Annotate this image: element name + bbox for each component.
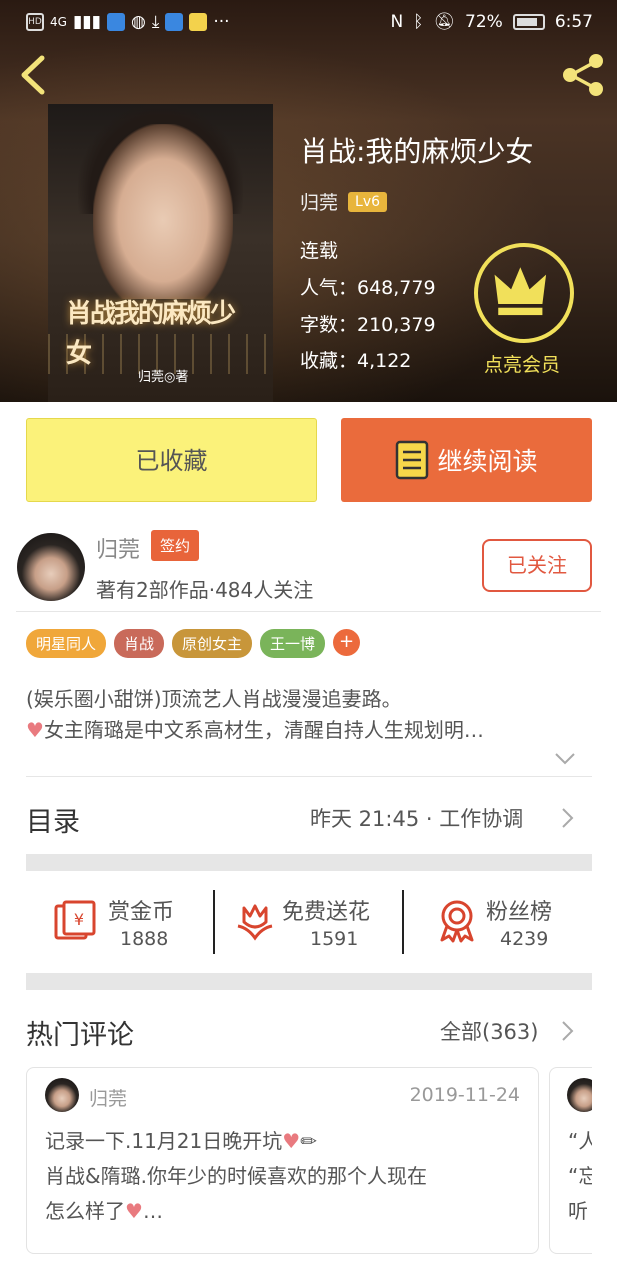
description-line-2-wrap: ♥女主隋璐是中文系高材生，清醒自持人生规划明…	[26, 715, 592, 746]
author-divider	[16, 611, 601, 612]
comment-line-3-wrap: 怎么样了♥…	[45, 1194, 525, 1229]
signal-icon: ▮▮▮	[72, 12, 102, 32]
cover-title: 肖战我的麻烦少女	[66, 299, 236, 369]
comment-line-1: 记录一下.11月21日晚开坑	[45, 1129, 283, 1153]
latest-chapter[interactable]: 昨天 21:45 · 工作协调	[310, 803, 523, 833]
hot-comments-title: 热门评论	[26, 1020, 134, 1051]
book-icon	[396, 440, 429, 480]
status-left: HD 4G ▮▮▮ ◍ ⤓ ···	[26, 12, 230, 32]
cover-author: 归莞◎著	[138, 370, 189, 385]
favorites-stat: 收藏：4,122	[300, 350, 412, 372]
add-tag-button[interactable]: +	[333, 629, 361, 656]
book-header: HD 4G ▮▮▮ ◍ ⤓ ··· N ᛒ 🔕︎ 72% 6:57 肖战我的麻烦…	[0, 0, 617, 402]
description-line-1: (娱乐圈小甜饼)顶流艺人肖战漫漫追妻路。	[26, 687, 402, 711]
author-works-summary: 著有2部作品·484人关注	[96, 578, 314, 602]
share-icon[interactable]	[560, 52, 606, 98]
author-avatar[interactable]	[17, 533, 85, 601]
comments-chevron-icon[interactable]	[560, 1020, 574, 1042]
vip-crown-button[interactable]	[474, 243, 574, 343]
commenter-avatar[interactable]	[45, 1078, 79, 1112]
signed-badge: 签约	[151, 530, 200, 561]
comment-line-3: 怎么样了	[45, 1199, 125, 1223]
status-right: N ᛒ 🔕︎ 72% 6:57	[391, 12, 594, 32]
medal-icon	[440, 900, 474, 943]
cloud-app-icon	[165, 13, 184, 31]
continue-reading-label: 继续阅读	[437, 447, 538, 476]
comment-line-1-wrap: 记录一下.11月21日晚开坑♥✏	[45, 1124, 525, 1159]
vip-label[interactable]: 点亮会员	[484, 350, 560, 377]
author-name[interactable]: 归莞	[96, 532, 140, 564]
continue-reading-button[interactable]: 继续阅读	[341, 418, 592, 502]
reward-fans[interactable]: 粉丝榜 4239	[434, 886, 584, 956]
serial-status: 连载	[300, 240, 339, 262]
level-badge: Lv6	[348, 191, 388, 212]
tag-chip[interactable]: 原创女主	[172, 629, 253, 658]
catalog-chevron-icon[interactable]	[560, 807, 574, 829]
globe-icon: ◍	[131, 12, 146, 32]
tag-chip[interactable]: 王一博	[260, 629, 326, 658]
reward-value: 4239	[500, 928, 549, 950]
crown-icon	[494, 267, 547, 316]
heart-icon: ♥	[26, 718, 44, 742]
comment-ellipsis: …	[142, 1199, 163, 1223]
hd-icon: HD	[26, 13, 44, 31]
section-separator	[26, 973, 592, 990]
catalog-title[interactable]: 目录	[26, 800, 80, 839]
tag-chip[interactable]: 明星同人	[26, 629, 107, 658]
all-comments-link[interactable]: 全部(363)	[440, 1016, 538, 1046]
money-icon: ¥	[54, 900, 96, 940]
more-icon: ···	[213, 12, 230, 32]
word-count-stat: 字数：210,379	[300, 314, 436, 336]
reward-value: 1888	[120, 928, 169, 950]
tag-list: 明星同人 肖战 原创女主 王一博 +	[26, 629, 361, 658]
heart-icon: ♥	[125, 1199, 143, 1223]
nfc-icon: N	[390, 12, 404, 32]
svg-text:¥: ¥	[74, 910, 84, 929]
header-author-name[interactable]: 归莞	[300, 188, 338, 215]
collected-button[interactable]: 已收藏	[26, 418, 317, 502]
header-author-row: 归莞 Lv6	[300, 188, 388, 215]
comment-card[interactable]: 归莞 2019-11-24 记录一下.11月21日晚开坑♥✏ 肖战&隋璐.你年少…	[26, 1067, 539, 1254]
expand-chevron-icon[interactable]	[554, 752, 576, 766]
heart-icon: ♥	[282, 1129, 301, 1153]
book-title: 肖战:我的麻烦少女	[300, 135, 534, 168]
shield-app-icon	[107, 13, 126, 31]
follow-button[interactable]: 已关注	[482, 539, 592, 592]
comment-date: 2019-11-24	[409, 1084, 520, 1106]
reward-flowers[interactable]: 免费送花 1591	[232, 886, 392, 956]
clock: 6:57	[554, 12, 593, 32]
commenter-name[interactable]: 归莞	[89, 1084, 127, 1111]
stat-divider	[213, 890, 215, 954]
reward-label: 赏金币	[108, 900, 175, 925]
page-edge	[592, 1060, 617, 1260]
book-description[interactable]: (娱乐圈小甜饼)顶流艺人肖战漫漫追妻路。 ♥女主隋璐是中文系高材生，清醒自持人生…	[26, 684, 592, 746]
status-bar: HD 4G ▮▮▮ ◍ ⤓ ··· N ᛒ 🔕︎ 72% 6:57	[0, 0, 617, 46]
bluetooth-icon: ᛒ	[413, 12, 424, 32]
battery-percent: 72%	[465, 12, 503, 32]
book-cover[interactable]: 肖战我的麻烦少女 归莞◎著	[48, 104, 273, 402]
stat-divider	[402, 890, 404, 954]
tag-chip[interactable]: 肖战	[114, 629, 165, 658]
back-arrow-icon[interactable]	[16, 54, 50, 96]
description-divider	[26, 776, 592, 777]
mute-icon: 🔕︎	[433, 12, 456, 32]
flower-icon	[237, 904, 273, 941]
reward-value: 1591	[310, 928, 359, 950]
network-label: 4G	[50, 15, 67, 29]
reward-label: 粉丝榜	[486, 900, 553, 925]
pencil-icon: ✏	[300, 1129, 317, 1153]
emoji-app-icon	[189, 13, 208, 31]
comment-line-2: 肖战&隋璐.你年少的时候喜欢的那个人现在	[45, 1164, 427, 1188]
cover-portrait	[93, 124, 233, 299]
description-line-2: 女主隋璐是中文系高材生，清醒自持人生规划明…	[43, 718, 484, 742]
reward-label: 免费送花	[282, 900, 371, 925]
comment-body: 记录一下.11月21日晚开坑♥✏ 肖战&隋璐.你年少的时候喜欢的那个人现在 怎么…	[45, 1124, 525, 1229]
battery-icon	[512, 14, 545, 30]
popularity-stat: 人气：648,779	[300, 277, 436, 299]
download-icon: ⤓	[151, 12, 160, 32]
section-separator	[26, 854, 592, 871]
reward-coins[interactable]: ¥ 赏金币 1888	[52, 886, 192, 956]
